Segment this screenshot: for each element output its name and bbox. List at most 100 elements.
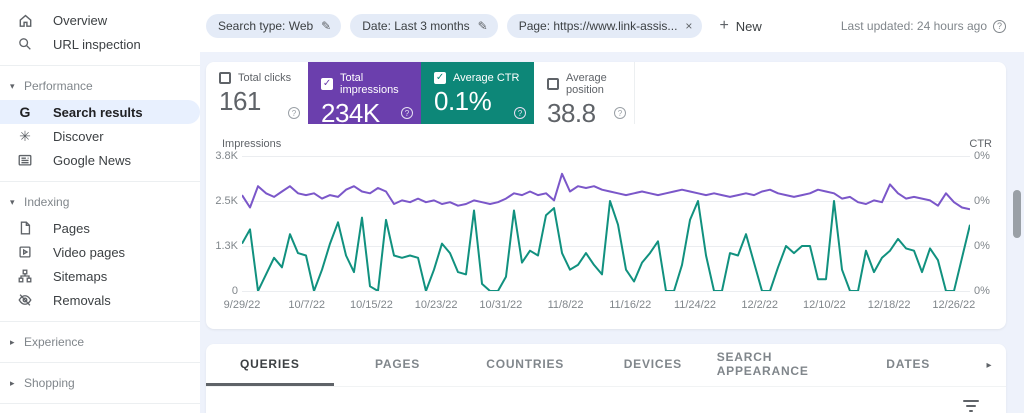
chip-label: Search type: Web bbox=[218, 19, 314, 33]
left-axis-title: Impressions bbox=[222, 138, 282, 150]
sidebar-section-shopping[interactable]: ▸ Shopping bbox=[0, 372, 200, 394]
dimensions-card: QUERIES PAGES COUNTRIES DEVICES SEARCH APPEA… bbox=[206, 344, 1006, 413]
sidebar-divider bbox=[0, 403, 200, 404]
sidebar-item-google-news[interactable]: Google News bbox=[0, 148, 200, 172]
plus-icon: + bbox=[719, 17, 729, 34]
sidebar-divider bbox=[0, 65, 200, 66]
sidebar-item-url-inspection[interactable]: URL inspection bbox=[0, 32, 200, 56]
checkbox-checked-icon[interactable]: ✓ bbox=[321, 78, 333, 90]
discover-star-icon: ✳ bbox=[19, 127, 31, 144]
x-axis-tick: 10/7/22 bbox=[288, 299, 326, 311]
chart-series-svg bbox=[242, 156, 970, 291]
search-icon bbox=[16, 35, 34, 53]
metric-value: 0.1% bbox=[434, 86, 492, 116]
sitemap-icon bbox=[16, 267, 34, 285]
help-icon[interactable]: ? bbox=[401, 107, 413, 119]
edit-icon[interactable]: ✎ bbox=[478, 19, 488, 33]
sidebar-item-search-results[interactable]: G Search results bbox=[0, 100, 200, 124]
sidebar-item-removals[interactable]: Removals bbox=[0, 288, 200, 312]
x-axis-tick: 9/29/22 bbox=[223, 299, 261, 311]
x-axis-tick: 11/16/22 bbox=[609, 299, 652, 311]
sidebar-section-experience[interactable]: ▸ Experience bbox=[0, 331, 200, 353]
sidebar-item-sitemaps[interactable]: Sitemaps bbox=[0, 264, 200, 288]
sidebar-item-pages[interactable]: Pages bbox=[0, 216, 200, 240]
x-axis-tick: 11/8/22 bbox=[547, 299, 584, 311]
sidebar-item-label: Overview bbox=[53, 12, 108, 28]
sidebar-divider bbox=[0, 362, 200, 363]
filter-chip-page[interactable]: Page: https://www.link-assis... × bbox=[506, 14, 703, 38]
new-filter-button[interactable]: + New bbox=[719, 17, 761, 35]
chevron-right-icon: ▸ bbox=[10, 336, 15, 347]
chevron-down-icon: ▾ bbox=[10, 80, 15, 91]
metric-total-impressions[interactable]: ✓ Total impressions 234K ? bbox=[308, 62, 421, 128]
y-axis-tick-right: 0% bbox=[974, 240, 990, 252]
y-axis-tick-left: 0 bbox=[231, 285, 238, 297]
help-icon[interactable]: ? bbox=[614, 107, 626, 119]
y-axis-tick-right: 0% bbox=[974, 285, 990, 297]
x-axis-tick: 10/15/22 bbox=[350, 299, 393, 311]
tab-search-appearance[interactable]: SEARCH APPEARANCE bbox=[717, 344, 845, 386]
section-label: Indexing bbox=[24, 195, 70, 209]
checkbox-unchecked-icon[interactable] bbox=[219, 72, 231, 84]
x-axis-tick: 10/23/22 bbox=[414, 299, 458, 311]
tab-pages[interactable]: PAGES bbox=[334, 344, 462, 386]
edit-icon[interactable]: ✎ bbox=[321, 19, 331, 33]
help-icon[interactable]: ? bbox=[514, 107, 526, 119]
sidebar-divider bbox=[0, 321, 200, 322]
metric-label: Total impressions bbox=[340, 72, 399, 96]
series-line-total-impressions bbox=[242, 174, 970, 210]
filter-chip-date[interactable]: Date: Last 3 months ✎ bbox=[350, 14, 498, 38]
tabs-overflow-icon[interactable]: ▸ bbox=[972, 344, 1006, 386]
sidebar-item-label: Pages bbox=[53, 220, 90, 236]
tab-devices[interactable]: DEVICES bbox=[589, 344, 717, 386]
chevron-right-icon: ▸ bbox=[10, 377, 15, 388]
checkbox-checked-icon[interactable]: ✓ bbox=[434, 72, 446, 84]
metric-tiles: Total clicks 161 ? ✓ Total impressions 2… bbox=[206, 62, 1006, 128]
metric-value: 234K bbox=[321, 98, 380, 128]
chip-label: Date: Last 3 months bbox=[362, 19, 470, 33]
sidebar: Overview URL inspection ▾ Performance G … bbox=[0, 0, 200, 413]
metric-total-clicks[interactable]: Total clicks 161 ? bbox=[206, 62, 308, 124]
sidebar-item-label: URL inspection bbox=[53, 36, 141, 52]
help-icon[interactable]: ? bbox=[288, 107, 300, 119]
metric-average-ctr[interactable]: ✓ Average CTR 0.1% ? bbox=[421, 62, 534, 124]
section-label: Experience bbox=[24, 335, 85, 349]
video-page-icon bbox=[16, 243, 34, 261]
metric-label: Total clicks bbox=[238, 72, 292, 84]
new-filter-label: New bbox=[735, 18, 762, 34]
filter-chip-search-type[interactable]: Search type: Web ✎ bbox=[206, 14, 342, 38]
section-label: Shopping bbox=[24, 376, 75, 390]
checkbox-unchecked-icon[interactable] bbox=[547, 78, 559, 90]
page-icon bbox=[16, 219, 34, 237]
x-axis-tick: 12/26/22 bbox=[932, 299, 976, 311]
sidebar-item-video-pages[interactable]: Video pages bbox=[0, 240, 200, 264]
tab-queries[interactable]: QUERIES bbox=[206, 344, 334, 386]
last-updated: Last updated: 24 hours ago ? bbox=[841, 19, 1006, 33]
chip-label: Page: https://www.link-assis... bbox=[518, 19, 678, 33]
tab-countries[interactable]: COUNTRIES bbox=[461, 344, 589, 386]
y-axis-tick-right: 0% bbox=[974, 150, 990, 162]
sidebar-item-label: Discover bbox=[53, 128, 104, 144]
help-icon[interactable]: ? bbox=[993, 19, 1006, 33]
sidebar-section-performance[interactable]: ▾ Performance bbox=[0, 75, 200, 97]
vertical-scrollbar-thumb[interactable] bbox=[1013, 190, 1021, 238]
home-icon bbox=[16, 11, 34, 29]
content-area: Total clicks 161 ? ✓ Total impressions 2… bbox=[200, 52, 1024, 413]
y-axis-tick-left: 3.8K bbox=[215, 150, 238, 162]
google-g-icon: G bbox=[19, 104, 31, 120]
tab-dates[interactable]: DATES bbox=[844, 344, 972, 386]
last-updated-text: Last updated: 24 hours ago bbox=[840, 19, 987, 33]
metric-average-position[interactable]: Average position 38.8 ? bbox=[534, 62, 634, 128]
x-axis-tick: 12/18/22 bbox=[867, 299, 911, 311]
sidebar-item-label: Google News bbox=[53, 152, 132, 168]
x-axis-tick: 10/31/22 bbox=[479, 299, 523, 311]
sidebar-section-indexing[interactable]: ▾ Indexing bbox=[0, 191, 200, 213]
filter-list-icon[interactable] bbox=[962, 399, 980, 413]
sidebar-item-overview[interactable]: Overview bbox=[0, 8, 200, 32]
close-icon[interactable]: × bbox=[685, 19, 692, 33]
performance-card: Total clicks 161 ? ✓ Total impressions 2… bbox=[206, 62, 1006, 329]
x-axis-labels: 9/29/22 10/7/22 10/15/22 10/23/22 10/31/22 11… bbox=[224, 299, 976, 315]
filter-bar: Search type: Web ✎ Date: Last 3 months ✎… bbox=[200, 0, 1024, 52]
sidebar-item-discover[interactable]: ✳ Discover bbox=[0, 124, 200, 148]
app-window: Overview URL inspection ▾ Performance G … bbox=[0, 0, 1024, 413]
